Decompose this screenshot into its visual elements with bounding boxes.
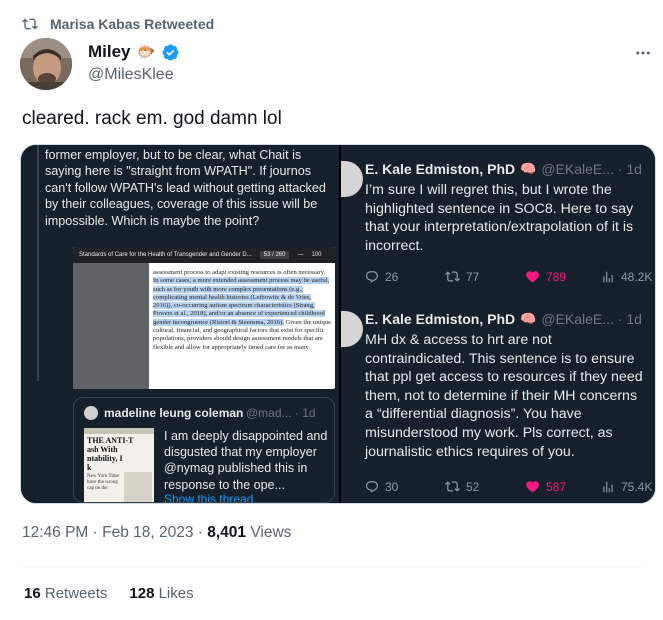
pdf-zoom-minus: — <box>297 252 304 258</box>
pdf-toolbar: Standards of Care for the Health of Tran… <box>73 247 335 263</box>
quote-thumbnail: THE ANTI-T ash With ntability, I k New Y… <box>84 428 154 502</box>
views-icon <box>603 271 613 282</box>
reply-line: that ppl get access to resources if they… <box>365 369 643 386</box>
more-icon[interactable] <box>634 44 652 67</box>
heart-icon <box>526 271 539 283</box>
reply-author-handle: @EKaleE... · 1d <box>541 161 642 177</box>
likes-stat[interactable]: 128 Likes <box>129 585 193 602</box>
screenshot-tweet-text: former employer, but to be clear, what C… <box>45 148 326 228</box>
show-thread-link: Show this thread <box>164 492 254 503</box>
quote-avatar <box>84 406 98 420</box>
reply-icon <box>366 480 378 493</box>
retweet-count: 52 <box>445 479 525 494</box>
tweet-media[interactable]: former employer, but to be clear, what C… <box>20 144 656 504</box>
quote-author-name: madeline leung coleman <box>104 406 244 420</box>
pdf-body: assessment process to adapt existing res… <box>153 269 331 352</box>
view-count-value: 48.2K <box>621 269 653 284</box>
thumb-line: cap on the <box>87 486 108 491</box>
reply-author-name: E. Kale Edmiston, PhD <box>365 311 516 327</box>
reply-line: them, not to determine if their MH conce… <box>365 387 638 404</box>
reply-line: a “differential diagnosis”. You have <box>365 406 582 423</box>
reply-author-handle: @EKaleE... · 1d <box>541 311 642 327</box>
retweet-count-value: 77 <box>466 269 480 284</box>
quote-text: I am deeply disappointed and disgusted t… <box>164 429 328 492</box>
like-count: 789 <box>525 269 601 284</box>
view-count: 48.2K <box>601 270 652 284</box>
retweets-label: Retweets <box>40 585 108 602</box>
views-count: 8,401 <box>207 524 247 541</box>
reply-metrics: 26 77 789 48.2K <box>365 269 652 284</box>
pdf-title: Standards of Care for the Health of Tran… <box>79 252 252 258</box>
reply-line: misunderstood my work. Pls correct, as <box>365 424 613 441</box>
pdf-zoom: 100 <box>311 252 322 258</box>
view-count: 75.4K <box>601 480 652 494</box>
reply-line: journalistic ethics requires of you. <box>365 443 575 460</box>
reply-line: highlighted sentence in SOC8. Here to sa… <box>365 200 634 217</box>
quote-author-handle: @mad... · 1d <box>246 406 316 420</box>
thread-line <box>37 145 39 381</box>
media-image-right[interactable]: E. Kale Edmiston, PhD 🧠 @EKaleE... · 1d … <box>341 145 655 503</box>
retweet-context[interactable]: Marisa Kabas Retweeted <box>22 14 214 34</box>
author-name[interactable]: Miley <box>88 42 131 62</box>
reply-count: 30 <box>365 480 445 494</box>
quote-tweet: madeline leung coleman @mad... · 1d THE … <box>73 397 335 503</box>
likes-count: 128 <box>129 585 155 602</box>
verified-badge-icon <box>162 43 179 61</box>
pdf-sidebar <box>73 263 149 389</box>
author-handle[interactable]: @MilesKlee <box>88 66 174 84</box>
likes-label: Likes <box>154 585 194 602</box>
heart-icon <box>526 481 539 493</box>
reply-text: I’m sure I will regret this, but I wrote… <box>365 181 655 255</box>
retweet-icon <box>22 18 38 30</box>
pdf-screenshot: Standards of Care for the Health of Tran… <box>73 247 335 389</box>
brain-emoji: 🧠 <box>520 161 537 176</box>
reply-line: incorrect. <box>365 237 424 254</box>
thumb-line: ntability, I <box>87 454 123 463</box>
tweet-text: cleared. rack em. god damn lol <box>22 108 282 129</box>
reply-text: MH dx & access to hrt are not contraindi… <box>365 331 655 461</box>
tweet-time[interactable]: 12:46 PM · Feb 18, 2023 · <box>22 524 207 541</box>
view-count-value: 75.4K <box>621 479 653 494</box>
reply-count-value: 30 <box>385 479 399 494</box>
reply-metrics: 30 52 587 75.4K <box>365 479 652 494</box>
retweets-count: 16 <box>24 585 41 602</box>
retweet-count-value: 52 <box>466 479 480 494</box>
retweets-stat[interactable]: 16 Retweets <box>24 585 107 602</box>
tweet-timestamp[interactable]: 12:46 PM · Feb 18, 2023 · 8,401 Views <box>22 524 291 542</box>
reply-author-name: E. Kale Edmiston, PhD <box>365 161 516 177</box>
divider <box>22 566 642 567</box>
brain-emoji: 🧠 <box>520 311 537 326</box>
thumb-line: k <box>87 463 92 472</box>
retweet-icon <box>445 271 460 282</box>
reply-line: I’m sure I will regret this, but I wrote… <box>365 182 612 198</box>
media-image-left[interactable]: former employer, but to be clear, what C… <box>21 145 339 503</box>
reply-count: 26 <box>365 270 445 284</box>
retweet-icon <box>445 481 460 492</box>
avatar[interactable] <box>20 38 72 90</box>
reply-count-value: 26 <box>385 269 399 284</box>
retweet-label: Marisa Kabas Retweeted <box>50 16 215 32</box>
views-icon <box>603 481 613 492</box>
engagement-stats: 16 Retweets 128 Likes <box>24 585 194 602</box>
like-count: 587 <box>525 479 601 494</box>
reply-header: E. Kale Edmiston, PhD 🧠 @EKaleE... · 1d <box>365 311 642 327</box>
pdf-page: 53 / 260 <box>259 251 290 259</box>
reply-header: E. Kale Edmiston, PhD 🧠 @EKaleE... · 1d <box>365 161 642 177</box>
thumb-line: ash With <box>87 445 118 454</box>
views-label: Views <box>246 524 292 541</box>
like-count-value: 587 <box>546 479 567 494</box>
reply-avatar <box>341 161 363 197</box>
retweet-count: 77 <box>445 269 525 284</box>
reply-icon <box>366 270 378 283</box>
thumb-line: THE ANTI-T <box>87 436 134 445</box>
reply-avatar <box>341 311 363 347</box>
reply-line: contraindicated. This sentence is to ens… <box>365 350 635 367</box>
author-emoji: 🐡 <box>136 44 156 61</box>
reply-line: MH dx & access to hrt are not <box>365 332 552 348</box>
pdf-text-before: assessment process to adapt existing res… <box>153 269 326 276</box>
like-count-value: 789 <box>546 269 567 284</box>
reply-line: that your interpretation/extrapolation o… <box>365 219 634 236</box>
